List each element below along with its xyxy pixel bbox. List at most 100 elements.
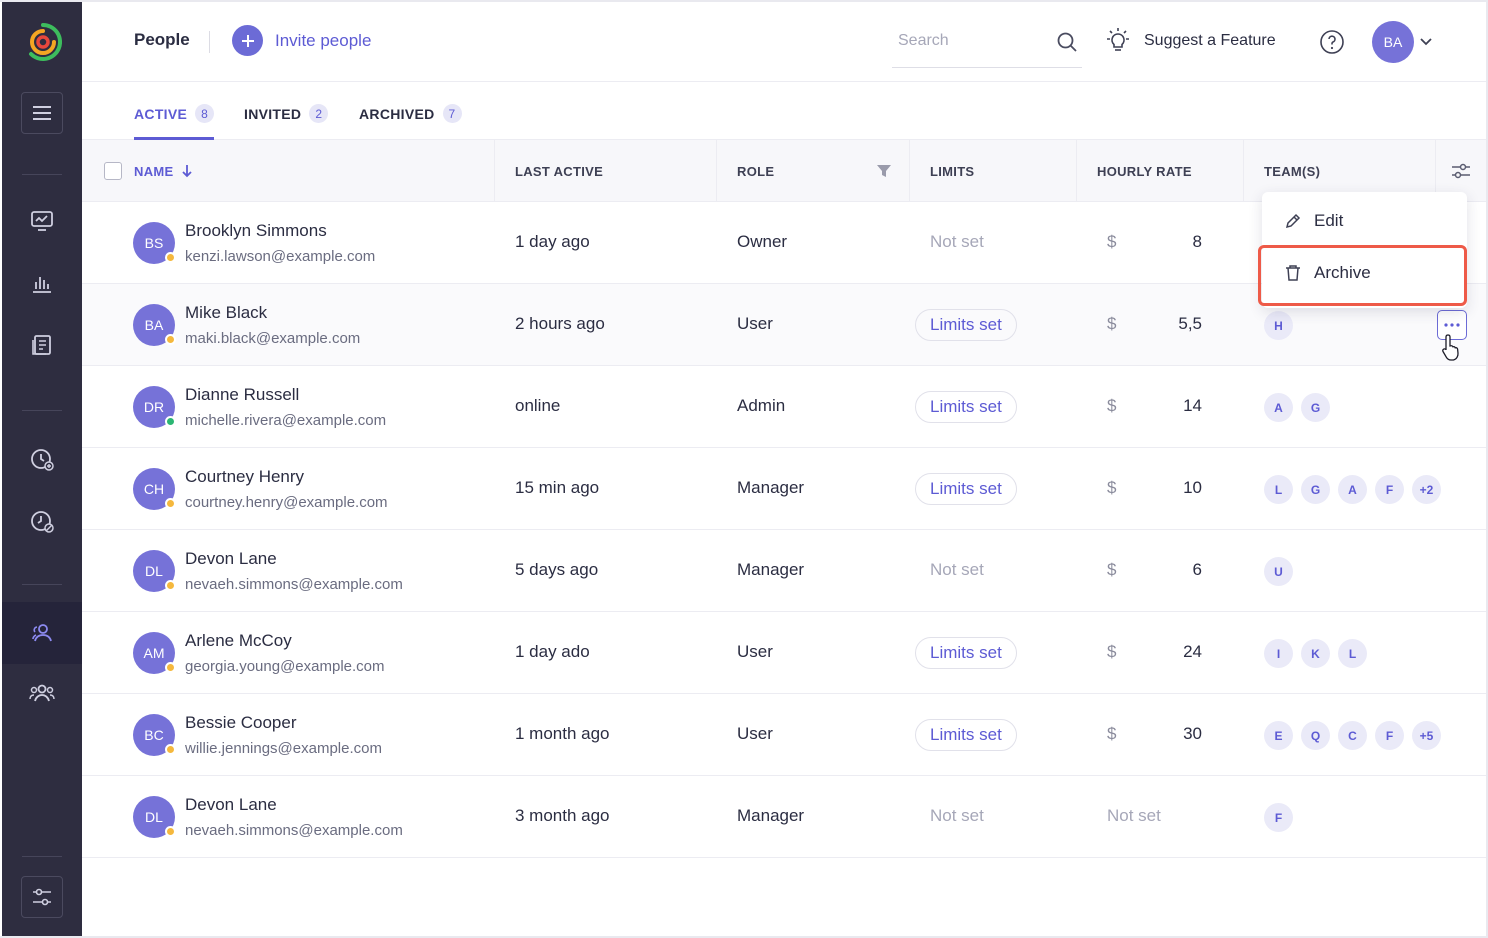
filter-icon[interactable] bbox=[876, 163, 892, 184]
table-row[interactable]: AM Arlene McCoy georgia.young@example.com 1… bbox=[82, 612, 1486, 694]
table-row[interactable]: CH Courtney Henry courtney.henry@example.c… bbox=[82, 448, 1486, 530]
last-active-value: 5 days ago bbox=[515, 560, 599, 579]
last-active-value: 15 min ago bbox=[515, 478, 600, 497]
column-label: NAME bbox=[134, 163, 174, 179]
avatar: DL bbox=[133, 796, 176, 838]
team-chip[interactable]: C bbox=[1338, 721, 1367, 750]
team-chip[interactable]: G bbox=[1301, 393, 1330, 422]
sort-down-icon bbox=[182, 165, 193, 178]
person-name[interactable]: Brooklyn Simmons bbox=[185, 221, 327, 241]
team-chip[interactable]: G bbox=[1301, 475, 1330, 504]
suggest-feature-button[interactable]: Suggest a Feature bbox=[1104, 27, 1276, 55]
column-header-name[interactable]: NAME bbox=[134, 140, 193, 202]
person-name[interactable]: Mike Black bbox=[185, 303, 267, 323]
team-chip[interactable]: F bbox=[1264, 803, 1293, 832]
limits-set-button[interactable]: Limits set bbox=[915, 473, 1017, 505]
currency-symbol: $ bbox=[1107, 232, 1117, 251]
tab-archived[interactable]: ARCHIVED 7 bbox=[359, 104, 462, 140]
person-name[interactable]: Devon Lane bbox=[185, 795, 277, 815]
app-logo-icon[interactable] bbox=[24, 21, 63, 63]
currency-symbol: $ bbox=[1107, 560, 1117, 579]
column-divider bbox=[494, 140, 495, 202]
limits-set-button[interactable]: Limits set bbox=[915, 391, 1017, 423]
team-chip[interactable]: +5 bbox=[1412, 721, 1441, 750]
role-value: User bbox=[737, 314, 773, 333]
avatar-initials: BS bbox=[144, 235, 164, 251]
table-row[interactable]: DL Devon Lane nevaeh.simmons@example.com 5 … bbox=[82, 530, 1486, 612]
role-value: User bbox=[737, 724, 773, 743]
help-icon[interactable] bbox=[1319, 29, 1345, 60]
status-indicator bbox=[165, 252, 176, 263]
limits-set-button[interactable]: Limits set bbox=[915, 309, 1017, 341]
edit-menu-item[interactable]: Edit bbox=[1262, 196, 1467, 246]
timesheet-icon[interactable] bbox=[28, 331, 56, 359]
avatar: BA bbox=[133, 304, 176, 346]
limits-set-button[interactable]: Limits set bbox=[915, 637, 1017, 669]
more-icon bbox=[1444, 323, 1460, 327]
status-indicator bbox=[165, 662, 176, 673]
column-header-last-active[interactable]: LAST ACTIVE bbox=[515, 140, 603, 202]
limits-set-button[interactable]: Limits set bbox=[915, 719, 1017, 751]
status-indicator bbox=[165, 580, 176, 591]
person-name[interactable]: Courtney Henry bbox=[185, 467, 304, 487]
person-name[interactable]: Devon Lane bbox=[185, 549, 277, 569]
team-chip[interactable]: E bbox=[1264, 721, 1293, 750]
hourly-rate-value: 24 bbox=[1183, 642, 1202, 661]
team-chips: F bbox=[1264, 803, 1293, 832]
user-avatar[interactable]: BA bbox=[1372, 21, 1414, 63]
search-field[interactable]: Search bbox=[892, 24, 1082, 68]
team-chip[interactable]: Q bbox=[1301, 721, 1330, 750]
reports-icon[interactable] bbox=[28, 269, 56, 297]
tab-count-badge: 2 bbox=[309, 104, 329, 123]
settings-button[interactable] bbox=[21, 876, 63, 918]
team-chip[interactable]: F bbox=[1375, 475, 1404, 504]
select-all-checkbox[interactable] bbox=[104, 162, 122, 180]
column-settings-icon[interactable] bbox=[1451, 161, 1471, 186]
table-row[interactable]: DR Dianne Russell michelle.rivera@example.… bbox=[82, 366, 1486, 448]
team-chip[interactable]: H bbox=[1264, 311, 1293, 340]
hourly-rate-value: Not set bbox=[1107, 806, 1161, 825]
team-chip[interactable]: L bbox=[1338, 639, 1367, 668]
tab-invited[interactable]: INVITED 2 bbox=[244, 104, 329, 140]
menu-toggle-button[interactable] bbox=[21, 92, 63, 134]
team-chip[interactable]: L bbox=[1264, 475, 1293, 504]
column-header-role[interactable]: ROLE bbox=[737, 140, 774, 202]
team-chip[interactable]: A bbox=[1264, 393, 1293, 422]
column-header-limits[interactable]: LIMITS bbox=[930, 140, 974, 202]
table-row[interactable]: BC Bessie Cooper willie.jennings@example.c… bbox=[82, 694, 1486, 776]
team-chip[interactable]: A bbox=[1338, 475, 1367, 504]
tab-active[interactable]: ACTIVE 8 bbox=[134, 104, 215, 140]
dashboard-icon[interactable] bbox=[28, 207, 56, 235]
hourly-rate-value: 6 bbox=[1192, 560, 1202, 579]
time-off-icon[interactable] bbox=[28, 507, 56, 535]
search-icon[interactable] bbox=[1056, 31, 1078, 53]
currency-symbol: $ bbox=[1107, 642, 1117, 661]
lightbulb-icon bbox=[1107, 28, 1129, 51]
invite-people-button[interactable]: Invite people bbox=[232, 25, 371, 56]
tab-label: ARCHIVED bbox=[359, 106, 435, 122]
add-time-icon[interactable] bbox=[28, 445, 56, 473]
person-name[interactable]: Bessie Cooper bbox=[185, 713, 297, 733]
table-row[interactable]: DL Devon Lane nevaeh.simmons@example.com 3 … bbox=[82, 776, 1486, 858]
team-chip[interactable]: +2 bbox=[1412, 475, 1441, 504]
teams-icon[interactable] bbox=[28, 679, 56, 707]
person-email: georgia.young@example.com bbox=[185, 658, 385, 675]
search-input[interactable]: Search bbox=[898, 32, 949, 50]
column-divider bbox=[1243, 140, 1244, 202]
column-divider bbox=[716, 140, 717, 202]
team-chip[interactable]: F bbox=[1375, 721, 1404, 750]
pointer-cursor-icon bbox=[1440, 333, 1466, 368]
column-header-hourly-rate[interactable]: HOURLY RATE bbox=[1097, 140, 1192, 202]
team-chip[interactable]: K bbox=[1301, 639, 1330, 668]
pencil-icon bbox=[1285, 213, 1301, 229]
person-email: nevaeh.simmons@example.com bbox=[185, 822, 403, 839]
team-chip[interactable]: I bbox=[1264, 639, 1293, 668]
person-name[interactable]: Arlene McCoy bbox=[185, 631, 292, 651]
currency-symbol: $ bbox=[1107, 478, 1117, 497]
settings-icon bbox=[33, 888, 51, 906]
people-icon[interactable] bbox=[28, 619, 56, 647]
column-divider bbox=[1076, 140, 1077, 202]
person-name[interactable]: Dianne Russell bbox=[185, 385, 299, 405]
team-chip[interactable]: U bbox=[1264, 557, 1293, 586]
chevron-down-icon[interactable] bbox=[1419, 34, 1433, 52]
